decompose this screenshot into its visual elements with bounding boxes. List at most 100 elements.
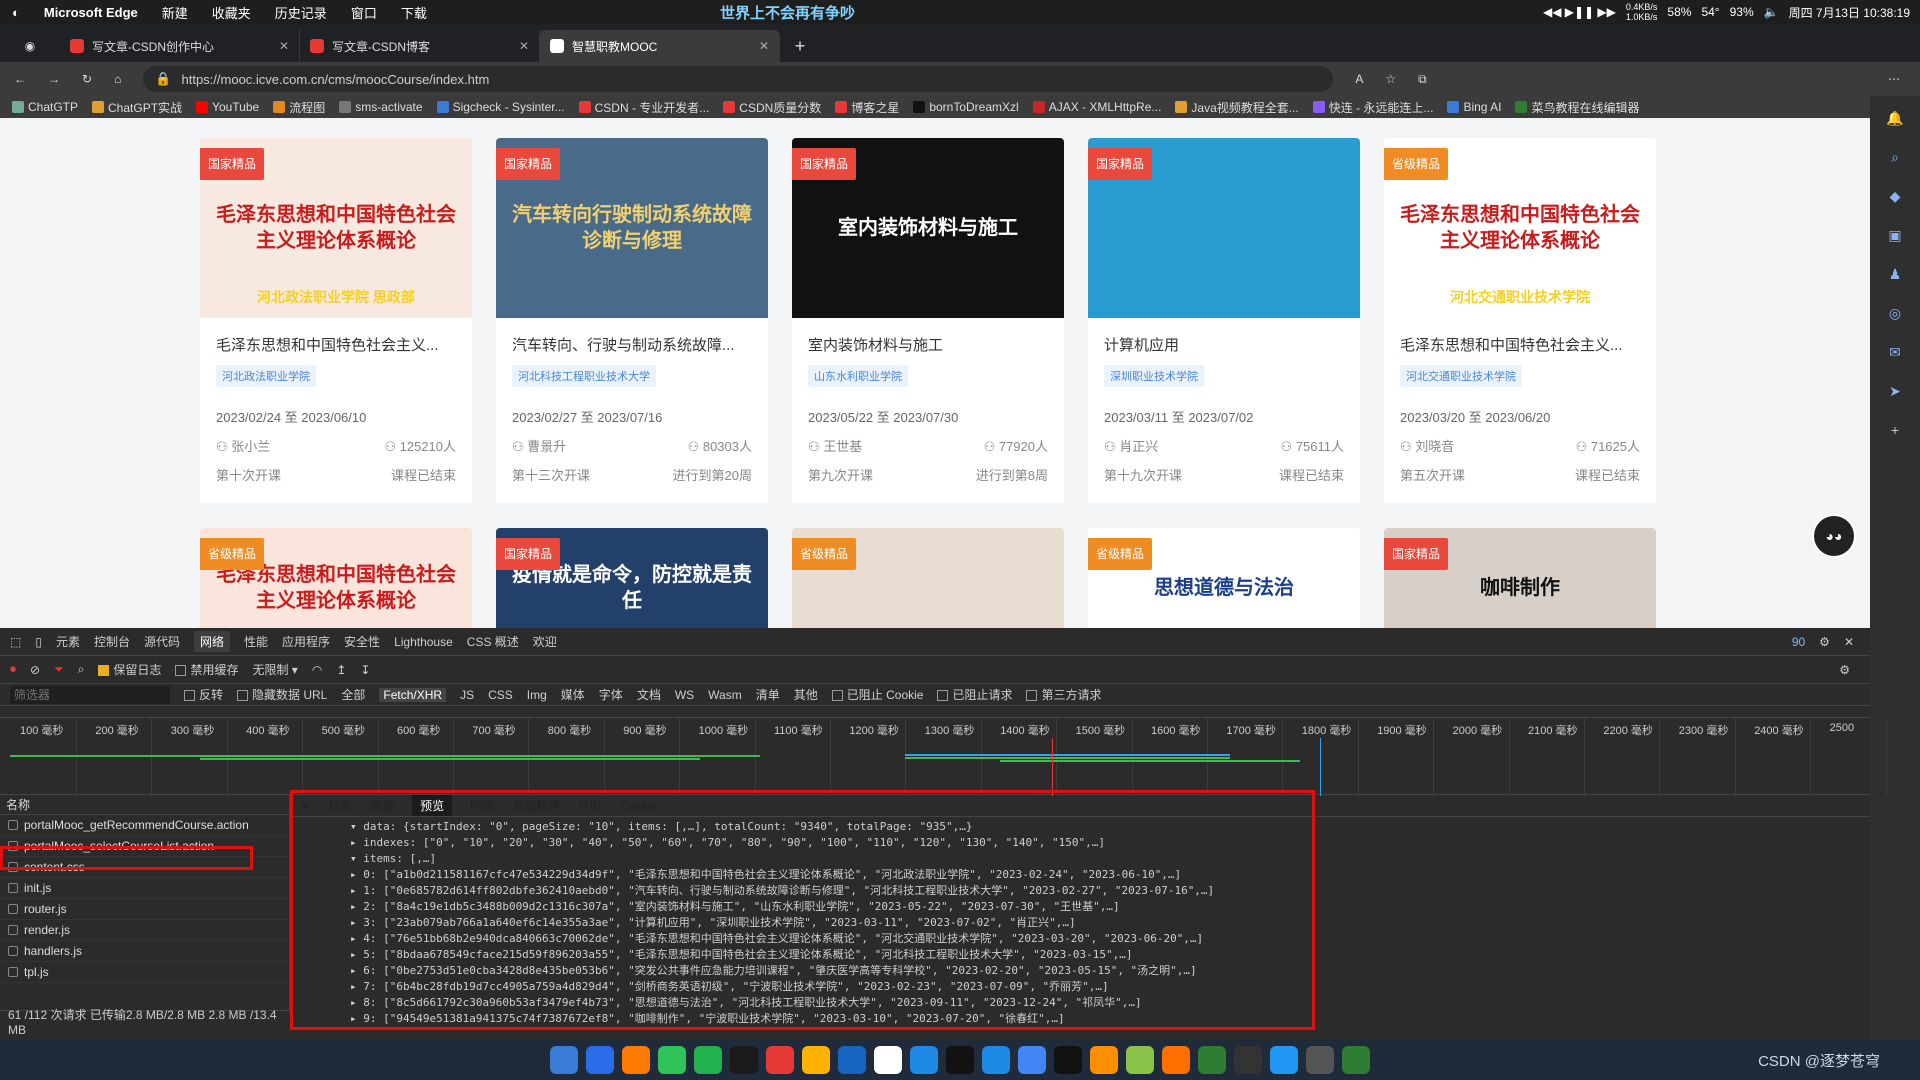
briefcase-icon[interactable]: ▣ [1888, 227, 1901, 244]
search-icon[interactable]: ⌕ [1891, 149, 1899, 166]
menu-history[interactable]: 历史记录 [275, 3, 327, 22]
taskbar-app-icon[interactable] [1126, 1046, 1154, 1074]
taskbar-app-icon[interactable] [802, 1046, 830, 1074]
bookmark-item[interactable]: sms-activate [339, 100, 423, 114]
filter-option[interactable]: WS [675, 688, 694, 702]
taskbar-app-icon[interactable] [982, 1046, 1010, 1074]
request-row[interactable]: tpl.js [0, 962, 289, 983]
course-card[interactable]: 国家精品 毛泽东思想和中国特色社会主义理论体系概论 河北政法职业学院 思政部 毛泽东思… [200, 138, 472, 503]
taskbar-app-icon[interactable] [694, 1046, 722, 1074]
network-timeline[interactable]: 100 毫秒 200 毫秒 300 毫秒 400 毫秒 500 毫秒 600 毫秒 700 … [0, 717, 1887, 796]
course-cover[interactable]: 国家精品 室内装饰材料与施工 [792, 138, 1064, 318]
taskbar-app-icon[interactable] [1054, 1046, 1082, 1074]
bookmark-item[interactable]: bornToDreamXzl [913, 100, 1019, 114]
course-card[interactable]: 省级精品 毛泽东思想和中国特色社会主义理论体系概论 河北交通职业技术学院 毛泽东思想和… [1384, 138, 1656, 503]
bookmark-item[interactable]: YouTube [196, 100, 259, 114]
filter-option[interactable]: 隐藏数据 URL [237, 686, 327, 703]
course-card[interactable]: 省级精品 [792, 528, 1064, 628]
course-card[interactable]: 国家精品 疫情就是命令，防控就是责任 [496, 528, 768, 628]
back-icon[interactable]: ← [14, 72, 26, 86]
url-bar[interactable]: 🔒 https://mooc.icve.com.cn/cms/moocCours… [143, 66, 1334, 92]
request-row[interactable]: init.js [0, 878, 289, 899]
read-aloud-icon[interactable]: A [1355, 72, 1363, 86]
forward-icon[interactable]: → [48, 72, 60, 86]
download-icon[interactable]: ↧ [360, 663, 370, 677]
close-icon[interactable]: ✕ [759, 39, 769, 53]
filter-option[interactable]: Img [527, 688, 547, 702]
filter-option[interactable]: 已阻止 Cookie [831, 686, 923, 703]
datetime[interactable]: 周四 7月13日 10:38:19 [1789, 4, 1910, 21]
search-icon[interactable]: ⌕ [78, 662, 85, 677]
filter-option[interactable]: 其他 [794, 686, 818, 703]
course-cover[interactable]: 国家精品 毛泽东思想和中国特色社会主义理论体系概论 河北政法职业学院 思政部 [200, 138, 472, 318]
course-card[interactable]: 国家精品 计算机应用 深圳职业技术学院 2023/03/11 至 2023/07/02… [1088, 138, 1360, 503]
bookmark-item[interactable]: 快连 - 永远能连上... [1312, 99, 1433, 116]
filter-option[interactable]: 媒体 [561, 686, 585, 703]
favorite-star-icon[interactable]: ☆ [1385, 72, 1396, 86]
request-row[interactable]: render.js [0, 920, 289, 941]
preserve-log-checkbox[interactable]: 保留日志 [98, 661, 161, 678]
outlook-icon[interactable]: ✉ [1889, 344, 1901, 361]
tab-mooc[interactable]: 智慧职教MOOC ✕ [540, 30, 780, 62]
close-icon[interactable]: ✕ [1844, 635, 1854, 649]
send-icon[interactable]: ➤ [1889, 383, 1901, 400]
taskbar-app-icon[interactable] [550, 1046, 578, 1074]
tab-csdn-creation[interactable]: 写文章-CSDN创作中心 ✕ [60, 30, 300, 62]
menu-window[interactable]: 窗口 [351, 3, 377, 22]
bookmark-item[interactable]: 菜鸟教程在线编辑器 [1515, 99, 1639, 116]
checkbox-icon[interactable] [1026, 690, 1038, 702]
course-cover[interactable]: 国家精品 咖啡制作 [1384, 528, 1656, 628]
taskbar-app-icon[interactable] [1342, 1046, 1370, 1074]
tab-csdn-blog[interactable]: 写文章-CSDN博客 ✕ [300, 30, 540, 62]
wifi-icon[interactable]: ◠ [312, 663, 322, 677]
taskbar-app-icon[interactable] [766, 1046, 794, 1074]
taskbar-app-icon[interactable] [1162, 1046, 1190, 1074]
chat-assistant-icon[interactable]: ◕◕ [1814, 516, 1854, 556]
filter-option[interactable]: 字体 [599, 686, 623, 703]
devtools-tab[interactable]: 应用程序 [282, 633, 330, 650]
name-column-header[interactable]: 名称 [0, 795, 289, 815]
bookmark-item[interactable]: 流程图 [273, 99, 325, 116]
network-settings-icon[interactable]: ⚙ [1839, 663, 1850, 677]
bookmark-item[interactable]: AJAX - XMLHttpRe... [1032, 100, 1161, 114]
filter-option[interactable]: 反转 [184, 686, 223, 703]
devtools-tab[interactable]: 源代码 [144, 633, 180, 650]
filter-option[interactable]: JS [460, 688, 474, 702]
bookmark-item[interactable]: Java视频教程全套... [1175, 99, 1299, 116]
record-icon[interactable]: ⏺ [10, 662, 16, 677]
inspect-icon[interactable]: ⬚ [10, 635, 21, 649]
request-row[interactable]: portalMooc_getRecommendCourse.action [0, 815, 289, 836]
devtools-tab[interactable]: 控制台 [94, 633, 130, 650]
menu-favorites[interactable]: 收藏夹 [212, 3, 251, 22]
bookmark-item[interactable]: ChatGTP [12, 100, 78, 114]
course-cover[interactable]: 国家精品 汽车转向行驶制动系统故障诊断与修理 [496, 138, 768, 318]
device-icon[interactable]: ▯ [35, 635, 42, 649]
filter-option[interactable]: 全部 [341, 686, 365, 703]
taskbar-app-icon[interactable] [1306, 1046, 1334, 1074]
tag-icon[interactable]: ◆ [1890, 188, 1901, 205]
request-row[interactable]: handlers.js [0, 941, 289, 962]
taskbar-app-icon[interactable] [586, 1046, 614, 1074]
filter-icon[interactable]: ⏷ [54, 662, 64, 677]
home-icon[interactable]: ⌂ [114, 72, 121, 86]
volume-icon[interactable]: 🔈 [1764, 5, 1779, 19]
devtools-tab[interactable]: 网络 [194, 631, 231, 652]
taskbar-app-icon[interactable] [1198, 1046, 1226, 1074]
taskbar-app-icon[interactable] [1234, 1046, 1262, 1074]
filter-option[interactable]: Wasm [708, 688, 742, 702]
refresh-icon[interactable]: ↻ [82, 72, 92, 86]
course-title[interactable]: 室内装饰材料与施工 [808, 334, 1048, 355]
filter-option[interactable]: CSS [488, 688, 513, 702]
course-cover[interactable]: 省级精品 思想道德与法治 [1088, 528, 1360, 628]
filter-input[interactable] [10, 685, 170, 704]
filter-option[interactable]: 文档 [637, 686, 661, 703]
course-card[interactable]: 国家精品 室内装饰材料与施工 室内装饰材料与施工 山东水利职业学院 2023/05/22… [792, 138, 1064, 503]
close-icon[interactable]: ✕ [519, 39, 529, 53]
filter-option[interactable]: 清单 [756, 686, 780, 703]
settings-more-icon[interactable]: ⋯ [1888, 72, 1900, 86]
course-card[interactable]: 国家精品 汽车转向行驶制动系统故障诊断与修理 汽车转向、行驶与制动系统故障... 河北… [496, 138, 768, 503]
devtools-tab[interactable]: Lighthouse [394, 635, 453, 649]
upload-icon[interactable]: ↥ [336, 663, 346, 677]
devtools-tab[interactable]: 性能 [244, 633, 268, 650]
taskbar-app-icon[interactable] [1270, 1046, 1298, 1074]
